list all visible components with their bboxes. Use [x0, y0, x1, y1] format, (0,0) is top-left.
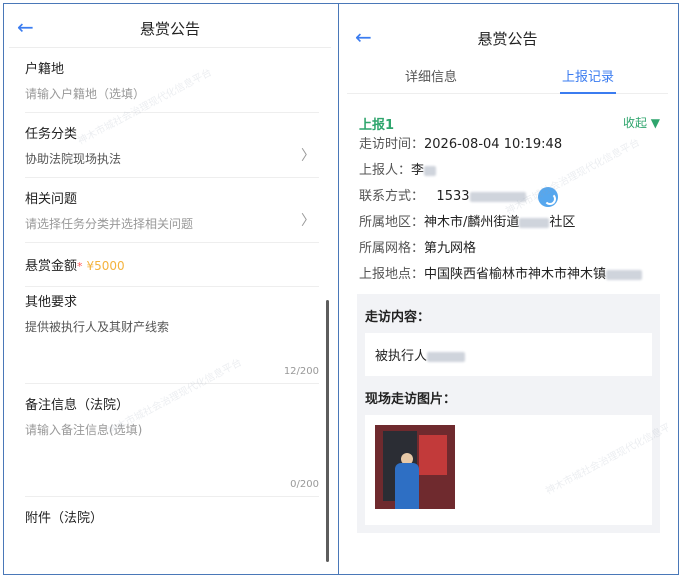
remark-counter: 0/200: [290, 479, 319, 490]
huji-field[interactable]: 户籍地 请输入户籍地（选填）: [25, 48, 319, 113]
location-value: 中国陕西省榆林市神木市神木镇: [424, 267, 607, 282]
visit-time-label: 走访时间：: [359, 137, 425, 152]
other-label: 其他要求: [25, 295, 78, 310]
contact-label: 联系方式：: [359, 189, 425, 204]
page-title: 悬赏公告: [139, 20, 200, 38]
issue-field[interactable]: 相关问题 请选择任务分类并选择相关问题 〉: [25, 178, 319, 243]
chevron-right-icon: 〉: [301, 148, 315, 164]
category-label: 任务分类: [25, 127, 78, 142]
report-header: 上报1 收起 ▼: [355, 108, 660, 133]
other-textarea[interactable]: 提供被执行人及其财产线索: [25, 310, 319, 345]
attachment-field[interactable]: 附件（法院）: [25, 497, 319, 526]
photos-container: [365, 415, 652, 525]
reward-label: 悬赏金额: [25, 259, 78, 274]
redacted-block: [424, 165, 437, 176]
remark-textarea[interactable]: 请输入备注信息(选填): [25, 413, 319, 448]
tab-detail[interactable]: 详细信息: [405, 66, 457, 85]
region-label: 所属地区：: [359, 215, 425, 230]
report-card: 上报1 收起 ▼ 走访时间：2026-08-04 10:19:48 上报人：李 …: [347, 108, 668, 548]
other-counter: 12/200: [283, 366, 319, 377]
visit-section: 走访内容： 被执行人 现场走访图片：: [357, 294, 660, 533]
left-pane: ← 悬赏公告 户籍地 请输入户籍地（选填） 任务分类 协助法院现场执法 〉 相关…: [9, 8, 331, 570]
reward-amount[interactable]: ¥5000: [87, 259, 125, 273]
tab-bar: 详细信息 上报记录: [347, 58, 668, 94]
reward-field[interactable]: 悬赏金额* ¥5000: [25, 243, 319, 287]
category-field[interactable]: 任务分类 协助法院现场执法 〉: [25, 113, 319, 178]
report-title: 上报1: [359, 118, 395, 133]
remark-label: 备注信息（法院）: [25, 398, 130, 413]
huji-label: 户籍地: [25, 62, 65, 77]
grid-label: 所属网格：: [359, 241, 425, 256]
page-title: 悬赏公告: [477, 30, 538, 48]
pane-divider: [338, 3, 339, 575]
grid-row: 所属网格：第九网格: [359, 236, 668, 262]
right-header: ← 悬赏公告: [347, 18, 668, 58]
category-select[interactable]: 协助法院现场执法: [25, 142, 319, 177]
collapse-button[interactable]: 收起 ▼: [623, 114, 660, 131]
reporter-label: 上报人：: [359, 163, 412, 178]
region-suffix: 社区: [549, 215, 576, 230]
required-marker: *: [77, 260, 83, 273]
phone-call-icon[interactable]: [537, 186, 558, 207]
visit-time-value: 2026-08-04 10:19:48: [424, 137, 563, 152]
remark-field[interactable]: 备注信息（法院） 请输入备注信息(选填) 0/200: [25, 384, 319, 497]
reporter-row: 上报人：李: [359, 158, 668, 184]
scrollbar[interactable]: [326, 300, 329, 562]
active-tab-indicator: [560, 92, 616, 94]
location-label: 上报地点：: [359, 267, 425, 282]
huji-input[interactable]: 请输入户籍地（选填）: [25, 77, 319, 112]
redacted-block: [427, 351, 466, 362]
visit-photo-thumbnail[interactable]: [375, 425, 455, 509]
right-pane: ← 悬赏公告 详细信息 上报记录 上报1 收起 ▼ 走访时间：2026-08-0…: [347, 18, 668, 548]
issue-select[interactable]: 请选择任务分类并选择相关问题: [25, 207, 319, 242]
region-row: 所属地区：神木市/麟州街道 社区: [359, 210, 668, 236]
region-value: 神木市/麟州街道: [424, 215, 520, 230]
issue-label: 相关问题: [25, 192, 78, 207]
reporter-value: 李: [411, 163, 425, 178]
visit-content-text: 被执行人: [375, 349, 428, 364]
attachment-label: 附件（法院）: [25, 511, 104, 526]
photos-title: 现场走访图片：: [365, 392, 457, 407]
chevron-right-icon: 〉: [301, 213, 315, 229]
other-field[interactable]: 其他要求 提供被执行人及其财产线索 12/200: [25, 287, 319, 384]
tab-report-records[interactable]: 上报记录: [562, 66, 614, 85]
visit-time-row: 走访时间：2026-08-04 10:19:48: [359, 132, 668, 158]
visit-content: 被执行人: [365, 333, 652, 376]
left-header: ← 悬赏公告: [9, 8, 331, 48]
redacted-block: [606, 269, 643, 280]
grid-value: 第九网格: [424, 241, 477, 256]
visit-content-title: 走访内容：: [365, 310, 431, 325]
contact-value: 1533: [436, 189, 470, 204]
redacted-block: [519, 217, 550, 228]
redacted-block: [469, 191, 526, 202]
location-row: 上报地点：中国陕西省榆林市神木市神木镇: [359, 262, 668, 288]
contact-row: 联系方式： 1533: [359, 184, 668, 210]
